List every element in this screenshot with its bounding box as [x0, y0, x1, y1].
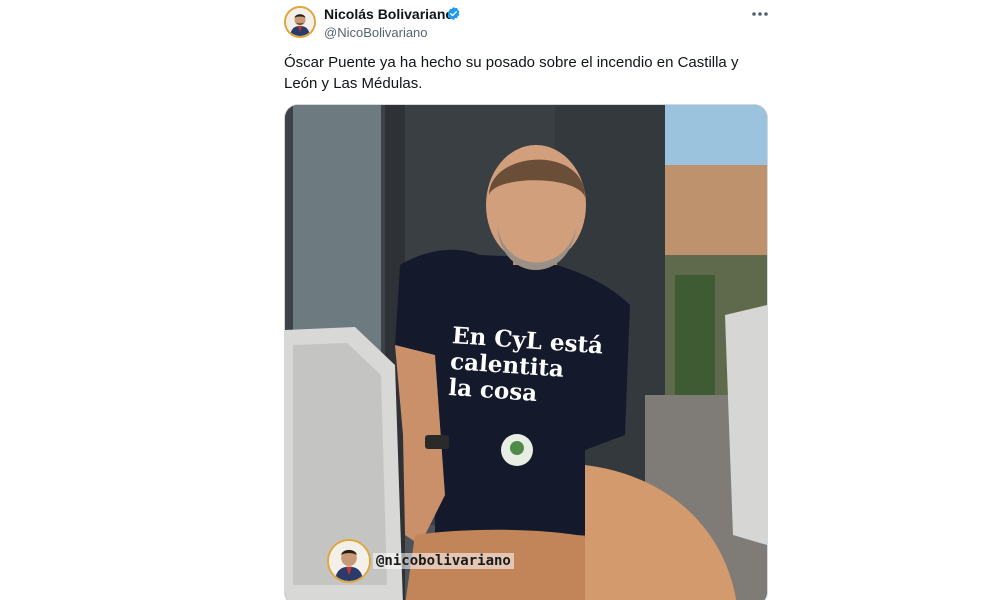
watermark-avatar-icon	[327, 539, 371, 583]
profile-avatar-icon	[286, 8, 314, 36]
verified-badge-icon	[447, 6, 460, 21]
page: Nicolás Bolivariano @NicoBolivariano Ósc…	[0, 0, 1000, 600]
author-avatar[interactable]	[284, 6, 316, 38]
tweet-text: Óscar Puente ya ha hecho su posado sobre…	[284, 54, 739, 92]
tweet-photo[interactable]: En CyL está calentita la cosa @nicoboliv…	[284, 104, 768, 600]
author-display-name[interactable]: Nicolás Bolivariano	[324, 6, 454, 22]
more-options-icon[interactable]	[748, 4, 772, 24]
tweet-card[interactable]: Nicolás Bolivariano @NicoBolivariano Ósc…	[268, 0, 784, 600]
author-handle[interactable]: @NicoBolivariano	[324, 25, 428, 40]
photo-watermark: @nicobolivariano	[327, 537, 514, 585]
shirt-slogan: En CyL está calentita la cosa	[448, 322, 633, 413]
watermark-handle: @nicobolivariano	[373, 553, 514, 569]
